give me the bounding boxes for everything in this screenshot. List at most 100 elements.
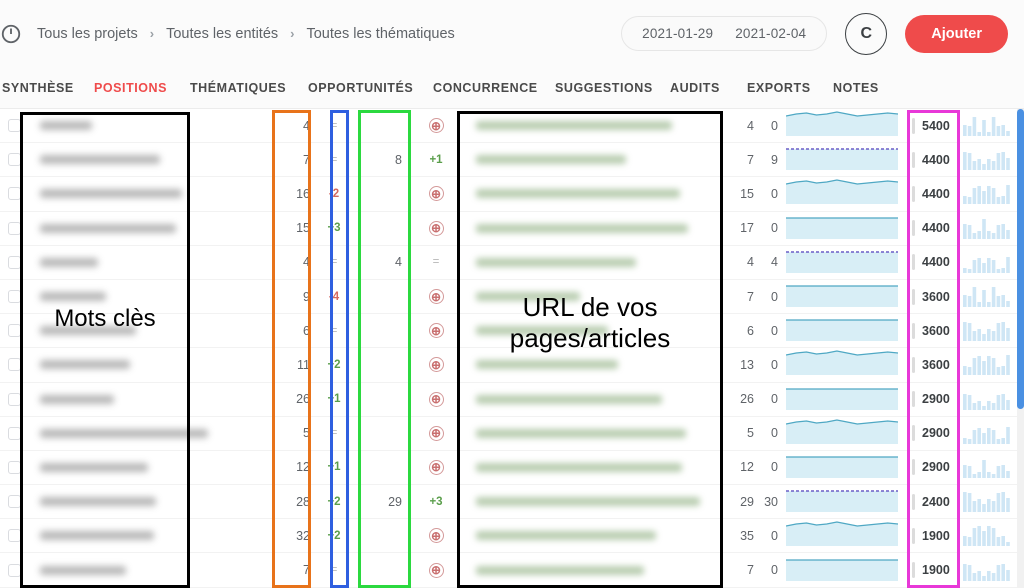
row-checkbox-cell[interactable] — [0, 495, 28, 508]
volume-histogram-sparkline — [958, 349, 1016, 380]
checkbox-icon[interactable] — [8, 564, 21, 577]
tab-suggestions[interactable]: SUGGESTIONS — [553, 81, 655, 95]
search-volume-cell: 2900 — [904, 459, 958, 475]
table-row[interactable]: 5=⊕502900 — [0, 417, 1024, 451]
metric-two-cell: 0 — [754, 324, 780, 338]
volume-bar-icon — [912, 425, 915, 441]
breadcrumb-item-thematics[interactable]: Toutes les thématiques — [305, 24, 455, 44]
add-keyword-icon[interactable]: ⊕ — [429, 118, 444, 133]
add-keyword-icon[interactable]: ⊕ — [429, 357, 444, 372]
table-row[interactable]: 9-4⊕703600 — [0, 280, 1024, 314]
rank-cell: 15 — [272, 221, 310, 235]
tab-thmatiques[interactable]: THÉMATIQUES — [188, 81, 288, 95]
tab-concurrence[interactable]: CONCURRENCE — [431, 81, 540, 95]
checkbox-icon[interactable] — [8, 119, 21, 132]
keyword-text-blurred — [40, 497, 156, 506]
volume-bar-icon — [912, 289, 915, 305]
table-row[interactable]: 15+3⊕1704400 — [0, 212, 1024, 246]
table-row[interactable]: 11+2⊕1303600 — [0, 348, 1024, 382]
row-checkbox-cell[interactable] — [0, 358, 28, 371]
row-checkbox-cell[interactable] — [0, 256, 28, 269]
url-cell — [462, 395, 728, 404]
row-checkbox-cell[interactable] — [0, 564, 28, 577]
keyword-text-blurred — [40, 292, 106, 301]
table-row[interactable]: 4=4=444400 — [0, 246, 1024, 280]
trend-sparkline — [780, 520, 904, 551]
search-volume-cell: 4400 — [904, 254, 958, 270]
add-keyword-icon[interactable]: ⊕ — [429, 289, 444, 304]
rank-cell: 4 — [272, 255, 310, 269]
table-row[interactable]: 4=⊕405400 — [0, 109, 1024, 143]
tab-synthse[interactable]: SYNTHÈSE — [0, 81, 76, 95]
metric-two-cell: 0 — [754, 358, 780, 372]
row-checkbox-cell[interactable] — [0, 393, 28, 406]
keyword-cell — [28, 292, 190, 301]
trend-sparkline — [780, 144, 904, 175]
url-text-blurred — [476, 566, 644, 575]
row-checkbox-cell[interactable] — [0, 529, 28, 542]
keyword-text-blurred — [40, 258, 98, 267]
table-row[interactable]: 7=8+1794400 — [0, 143, 1024, 177]
keyword-cell — [28, 258, 190, 267]
breadcrumb-item-projects[interactable]: Tous les projets — [36, 24, 139, 44]
checkbox-icon[interactable] — [8, 427, 21, 440]
add-keyword-icon[interactable]: ⊕ — [429, 392, 444, 407]
breadcrumb-item-entities[interactable]: Toutes les entités — [165, 24, 279, 44]
table-row[interactable]: 32+2⊕3501900 — [0, 519, 1024, 553]
keyword-cell — [28, 155, 190, 164]
row-checkbox-cell[interactable] — [0, 427, 28, 440]
checkbox-icon[interactable] — [8, 324, 21, 337]
checkbox-icon[interactable] — [8, 290, 21, 303]
second-rank-cell: 29 — [358, 495, 410, 509]
second-rank-delta-cell: ⊕ — [410, 289, 462, 304]
tab-positions[interactable]: POSITIONS — [92, 81, 169, 95]
add-keyword-icon[interactable]: ⊕ — [429, 426, 444, 441]
table-row[interactable]: 16-2⊕1504400 — [0, 177, 1024, 211]
table-row[interactable]: 28+229+329302400 — [0, 485, 1024, 519]
add-button[interactable]: Ajouter — [905, 15, 1008, 53]
row-checkbox-cell[interactable] — [0, 187, 28, 200]
avatar[interactable]: C — [845, 13, 887, 55]
table-row[interactable]: 6=⊕603600 — [0, 314, 1024, 348]
row-checkbox-cell[interactable] — [0, 290, 28, 303]
add-keyword-icon[interactable]: ⊕ — [429, 186, 444, 201]
tab-notes[interactable]: NOTES — [831, 81, 881, 95]
row-checkbox-cell[interactable] — [0, 222, 28, 235]
metric-one-cell: 12 — [728, 460, 754, 474]
row-checkbox-cell[interactable] — [0, 153, 28, 166]
table-row[interactable]: 12+1⊕1202900 — [0, 451, 1024, 485]
scrollbar-thumb[interactable] — [1017, 109, 1024, 409]
url-cell — [462, 121, 728, 130]
table-row[interactable]: 7=⊕701900 — [0, 553, 1024, 587]
row-checkbox-cell[interactable] — [0, 324, 28, 337]
checkbox-icon[interactable] — [8, 529, 21, 542]
row-checkbox-cell[interactable] — [0, 461, 28, 474]
checkbox-icon[interactable] — [8, 187, 21, 200]
checkbox-icon[interactable] — [8, 358, 21, 371]
add-keyword-icon[interactable]: ⊕ — [429, 528, 444, 543]
rank-delta-cell: = — [310, 427, 358, 439]
vertical-scrollbar[interactable] — [1017, 109, 1024, 588]
tab-opportunits[interactable]: OPPORTUNITÉS — [306, 81, 415, 95]
checkbox-icon[interactable] — [8, 393, 21, 406]
tab-exports[interactable]: EXPORTS — [745, 81, 813, 95]
checkbox-icon[interactable] — [8, 153, 21, 166]
checkbox-icon[interactable] — [8, 256, 21, 269]
metric-one-cell: 7 — [728, 563, 754, 577]
rank-cell: 28 — [272, 495, 310, 509]
trend-sparkline — [780, 418, 904, 449]
search-volume-cell: 3600 — [904, 289, 958, 305]
add-keyword-icon[interactable]: ⊕ — [429, 221, 444, 236]
table-row[interactable]: 26+1⊕2602900 — [0, 383, 1024, 417]
power-icon[interactable] — [0, 17, 28, 51]
checkbox-icon[interactable] — [8, 461, 21, 474]
tab-audits[interactable]: AUDITS — [668, 81, 722, 95]
checkbox-icon[interactable] — [8, 222, 21, 235]
date-range-picker[interactable]: 2021-01-29 2021-02-04 — [621, 16, 827, 51]
add-keyword-icon[interactable]: ⊕ — [429, 323, 444, 338]
add-keyword-icon[interactable]: ⊕ — [429, 563, 444, 578]
trend-sparkline — [780, 281, 904, 312]
add-keyword-icon[interactable]: ⊕ — [429, 460, 444, 475]
row-checkbox-cell[interactable] — [0, 119, 28, 132]
checkbox-icon[interactable] — [8, 495, 21, 508]
